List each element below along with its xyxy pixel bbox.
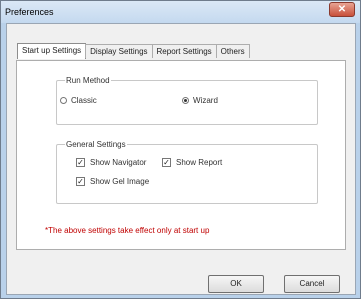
tab-display-settings[interactable]: Display Settings <box>85 44 153 58</box>
show-report-label: Show Report <box>176 158 223 167</box>
check-mark-icon: ✓ <box>77 158 84 167</box>
radio-wizard-label: Wizard <box>193 96 218 105</box>
close-button[interactable]: ✕ <box>329 2 355 17</box>
show-gel-image-checkbox[interactable]: ✓ <box>76 177 85 186</box>
tab-strip: Start up Settings Display Settings Repor… <box>17 43 250 59</box>
check-mark-icon: ✓ <box>77 177 84 186</box>
window-title: Preferences <box>5 7 54 17</box>
checkbox-show-navigator[interactable]: ✓ Show Navigator <box>76 158 146 167</box>
general-settings-legend: General Settings <box>65 140 127 149</box>
startup-note: *The above settings take effect only at … <box>45 226 210 235</box>
radio-wizard-circle[interactable] <box>182 97 189 104</box>
checkbox-show-gel-image[interactable]: ✓ Show Gel Image <box>76 177 149 186</box>
checkbox-show-report[interactable]: ✓ Show Report <box>162 158 222 167</box>
radio-classic[interactable]: Classic <box>60 96 97 105</box>
ok-button[interactable]: OK <box>208 275 264 293</box>
cancel-button[interactable]: Cancel <box>284 275 340 293</box>
run-method-legend: Run Method <box>65 76 111 85</box>
close-icon: ✕ <box>337 4 347 15</box>
title-bar: Preferences ✕ <box>1 1 360 23</box>
tab-start-up-settings[interactable]: Start up Settings <box>17 43 87 59</box>
show-navigator-label: Show Navigator <box>90 158 147 167</box>
radio-classic-label: Classic <box>71 96 97 105</box>
show-report-checkbox[interactable]: ✓ <box>162 158 171 167</box>
radio-wizard[interactable]: Wizard <box>182 96 218 105</box>
tab-others[interactable]: Others <box>215 44 250 58</box>
show-gel-image-label: Show Gel Image <box>90 177 150 186</box>
check-mark-icon: ✓ <box>163 158 170 167</box>
general-settings-group: General Settings <box>56 140 318 204</box>
show-navigator-checkbox[interactable]: ✓ <box>76 158 85 167</box>
tab-report-settings[interactable]: Report Settings <box>151 44 217 58</box>
radio-classic-circle[interactable] <box>60 97 67 104</box>
